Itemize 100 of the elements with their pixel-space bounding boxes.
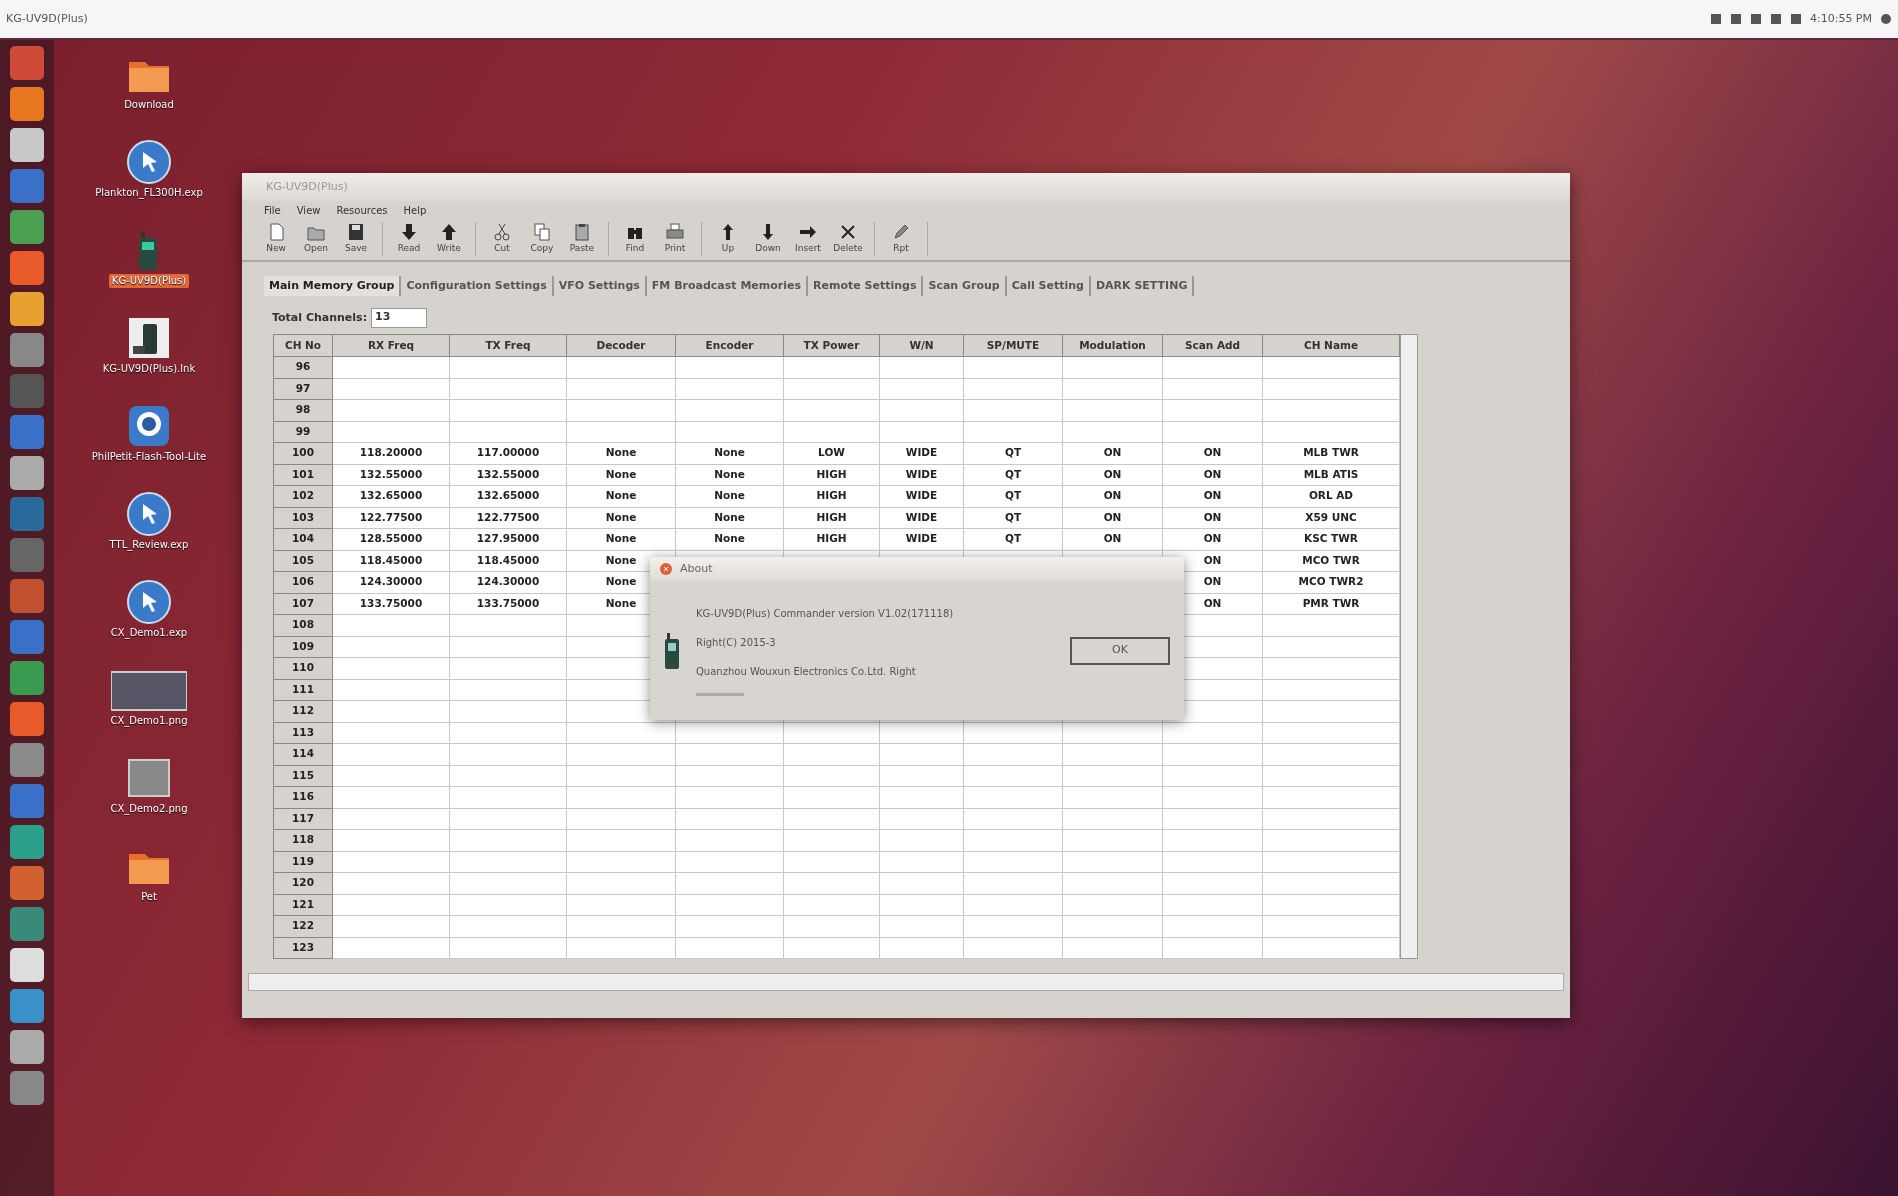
globe-icon[interactable] — [125, 490, 173, 538]
toolbar-button[interactable]: Read — [389, 222, 429, 256]
row-header[interactable]: 98 — [273, 399, 333, 421]
toolbar-button[interactable]: Insert — [788, 222, 828, 256]
column-header[interactable]: W/N — [879, 334, 964, 357]
launcher-app-icon[interactable] — [10, 907, 44, 941]
tab[interactable]: Main Memory Group — [264, 275, 402, 296]
column-header[interactable]: Encoder — [675, 334, 784, 357]
column-header[interactable]: RX Freq — [332, 334, 450, 357]
row-header[interactable]: 107 — [273, 593, 333, 615]
launcher-app-icon[interactable] — [10, 1030, 44, 1064]
launcher-app-icon[interactable] — [10, 620, 44, 654]
toolbar-button[interactable]: Rpt — [881, 222, 921, 256]
menu-item[interactable]: File — [264, 203, 281, 218]
launcher-app-icon[interactable] — [10, 333, 44, 367]
row-header[interactable]: 119 — [273, 851, 333, 873]
launcher-app-icon[interactable] — [10, 374, 44, 408]
row-header[interactable]: 115 — [273, 765, 333, 787]
row-header[interactable]: 110 — [273, 657, 333, 679]
launcher-app-icon[interactable] — [10, 948, 44, 982]
desktop-icon-label[interactable]: Plankton_FL300H.exp — [92, 186, 206, 200]
row-header[interactable]: 112 — [273, 700, 333, 722]
launcher-app-icon[interactable] — [10, 702, 44, 736]
toolbar-button[interactable]: Up — [708, 222, 748, 256]
launcher-app-icon[interactable] — [10, 866, 44, 900]
column-header[interactable]: TX Freq — [449, 334, 567, 357]
row-header[interactable]: 99 — [273, 421, 333, 443]
row-header[interactable]: 117 — [273, 808, 333, 830]
desktop-icon-label[interactable]: TTL_Review.exp — [106, 538, 192, 552]
toolbar-button[interactable]: Cut — [482, 222, 522, 256]
desktop-icon-label[interactable]: CX_Demo1.png — [107, 714, 191, 728]
row-header[interactable]: 113 — [273, 722, 333, 744]
row-header[interactable]: 96 — [273, 356, 333, 378]
row-header[interactable]: 103 — [273, 507, 333, 529]
launcher-app-icon[interactable] — [10, 169, 44, 203]
row-header[interactable]: 109 — [273, 636, 333, 658]
row-header[interactable]: 121 — [273, 894, 333, 916]
row-header[interactable]: 111 — [273, 679, 333, 701]
menu-item[interactable]: Help — [403, 203, 427, 218]
launcher-app-icon[interactable] — [10, 128, 44, 162]
close-icon[interactable] — [660, 563, 672, 575]
launcher-app-icon[interactable] — [10, 497, 44, 531]
column-header[interactable]: Decoder — [566, 334, 676, 357]
launcher-app-icon[interactable] — [10, 579, 44, 613]
row-header[interactable]: 106 — [273, 571, 333, 593]
row-header[interactable]: 123 — [273, 937, 333, 959]
launcher-app-icon[interactable] — [10, 825, 44, 859]
desktop-icon-label[interactable]: Pet — [138, 890, 160, 904]
row-header[interactable]: 104 — [273, 528, 333, 550]
launcher-app-icon[interactable] — [10, 415, 44, 449]
row-header[interactable]: 108 — [273, 614, 333, 636]
toolbar-button[interactable]: Find — [615, 222, 655, 256]
vertical-scrollbar[interactable] — [1400, 334, 1418, 959]
launcher-app-icon[interactable] — [10, 538, 44, 572]
row-header[interactable]: 100 — [273, 442, 333, 464]
launcher-app-icon[interactable] — [10, 210, 44, 244]
globe-icon[interactable] — [125, 138, 173, 186]
column-header[interactable]: CH No — [273, 334, 333, 357]
row-header[interactable]: 118 — [273, 829, 333, 851]
menu-item[interactable]: View — [296, 203, 321, 218]
launcher-app-icon[interactable] — [10, 1071, 44, 1105]
toolbar-button[interactable]: Paste — [562, 222, 602, 256]
menu-item[interactable]: Resources — [336, 203, 388, 218]
toolbar-button[interactable]: Down — [748, 222, 788, 256]
toolbar-button[interactable]: New — [256, 222, 296, 256]
launcher-app-icon[interactable] — [10, 87, 44, 121]
row-header[interactable]: 122 — [273, 915, 333, 937]
row-header[interactable]: 102 — [273, 485, 333, 507]
toolbar-button[interactable]: Open — [296, 222, 336, 256]
toolbar-button[interactable]: Save — [336, 222, 376, 256]
desktop-icon-label[interactable]: CX_Demo1.exp — [107, 626, 191, 640]
ok-button[interactable]: OK — [1070, 636, 1170, 665]
toolbar-button[interactable]: Copy — [522, 222, 562, 256]
launcher-app-icon[interactable] — [10, 292, 44, 326]
launcher-app-icon[interactable] — [10, 784, 44, 818]
desktop-icon-label[interactable]: CX_Demo2.png — [107, 802, 191, 816]
row-header[interactable]: 105 — [273, 550, 333, 572]
column-header[interactable]: TX Power — [783, 334, 880, 357]
globe-icon[interactable] — [125, 578, 173, 626]
column-header[interactable]: Scan Add — [1162, 334, 1263, 357]
launcher-app-icon[interactable] — [10, 456, 44, 490]
row-header[interactable]: 120 — [273, 872, 333, 894]
toolbar-button[interactable]: Print — [655, 222, 695, 256]
launcher-app-icon[interactable] — [10, 989, 44, 1023]
total-channels-field[interactable]: 13 — [371, 308, 428, 328]
row-header[interactable]: 101 — [273, 464, 333, 486]
desktop-icon-label[interactable]: KG-UV9D(Plus).lnk — [99, 362, 199, 376]
launcher-app-icon[interactable] — [10, 661, 44, 695]
launcher-app-icon[interactable] — [10, 46, 44, 80]
row-header[interactable]: 116 — [273, 786, 333, 808]
column-header[interactable]: CH Name — [1262, 334, 1400, 357]
toolbar-button[interactable]: Write — [429, 222, 469, 256]
row-header[interactable]: 114 — [273, 743, 333, 765]
launcher-app-icon[interactable] — [10, 251, 44, 285]
column-header[interactable]: SP/MUTE — [963, 334, 1063, 357]
column-header[interactable]: Modulation — [1062, 334, 1163, 357]
launcher-app-icon[interactable] — [10, 743, 44, 777]
desktop-icon-label[interactable]: Download — [121, 98, 177, 112]
desktop-icon-label[interactable]: PhilPetit-Flash-Tool-Lite — [88, 450, 210, 464]
toolbar-button[interactable]: Delete — [828, 222, 868, 256]
